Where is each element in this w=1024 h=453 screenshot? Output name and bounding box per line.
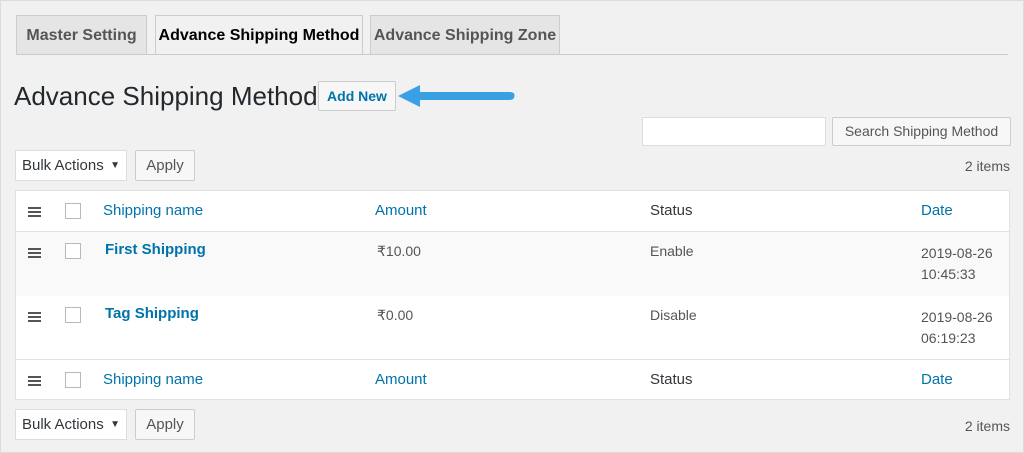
tab-advance-shipping-method[interactable]: Advance Shipping Method	[155, 15, 363, 55]
amount-cell: ₹10.00	[377, 243, 421, 259]
status-cell: Enable	[650, 243, 694, 259]
column-shipping-name[interactable]: Shipping name	[103, 191, 203, 231]
caret-down-icon: ▼	[110, 419, 120, 430]
time-value: 10:45:33	[921, 266, 976, 282]
select-all-checkbox[interactable]	[65, 372, 81, 388]
page-title: Advance Shipping Method	[14, 81, 318, 111]
date-value: 2019-08-26	[921, 309, 993, 325]
column-status: Status	[650, 202, 693, 219]
select-all-checkbox[interactable]	[65, 203, 81, 219]
search-shipping-method-button[interactable]: Search Shipping Method	[832, 117, 1011, 146]
column-date[interactable]: Date	[921, 191, 953, 231]
shipping-name-link[interactable]: First Shipping	[105, 241, 206, 258]
amount-cell: ₹0.00	[377, 307, 414, 323]
tab-divider	[16, 54, 1008, 55]
status-cell: Disable	[650, 307, 697, 323]
items-count-bottom: 2 items	[964, 418, 1010, 434]
add-new-button[interactable]: Add New	[318, 81, 396, 111]
bulk-actions-select-top[interactable]: Bulk Actions ▼	[15, 150, 127, 181]
drag-handle-icon[interactable]	[28, 248, 41, 260]
row-checkbox[interactable]	[65, 243, 81, 259]
drag-handle-icon	[28, 376, 41, 388]
tab-advance-shipping-zone[interactable]: Advance Shipping Zone	[370, 15, 560, 54]
items-count-top: 2 items	[964, 158, 1010, 174]
date-value: 2019-08-26	[921, 245, 993, 261]
apply-button-bottom[interactable]: Apply	[135, 409, 195, 440]
shipping-methods-table: Shipping name Amount Status Date First S…	[15, 190, 1010, 400]
pointer-arrow-icon	[398, 85, 515, 107]
drag-handle-icon	[28, 207, 41, 219]
date-cell: 2019-08-26 06:19:23	[921, 307, 993, 349]
column-shipping-name[interactable]: Shipping name	[103, 360, 203, 400]
table-row: First Shipping ₹10.00 Enable 2019-08-26 …	[16, 232, 1009, 296]
bulk-actions-label: Bulk Actions	[22, 416, 104, 433]
column-status: Status	[650, 371, 693, 388]
bulk-actions-select-bottom[interactable]: Bulk Actions ▼	[15, 409, 127, 440]
row-checkbox[interactable]	[65, 307, 81, 323]
table-header-row: Shipping name Amount Status Date	[16, 191, 1009, 232]
column-date[interactable]: Date	[921, 360, 953, 400]
table-footer-row: Shipping name Amount Status Date	[16, 359, 1009, 400]
drag-handle-icon[interactable]	[28, 312, 41, 324]
caret-down-icon: ▼	[110, 160, 120, 171]
time-value: 06:19:23	[921, 330, 976, 346]
bulk-actions-label: Bulk Actions	[22, 157, 104, 174]
table-row: Tag Shipping ₹0.00 Disable 2019-08-26 06…	[16, 296, 1009, 359]
date-cell: 2019-08-26 10:45:33	[921, 243, 993, 285]
column-amount[interactable]: Amount	[375, 191, 427, 231]
tab-master-setting[interactable]: Master Setting	[16, 15, 147, 54]
column-amount[interactable]: Amount	[375, 360, 427, 400]
shipping-name-link[interactable]: Tag Shipping	[105, 305, 199, 322]
search-input[interactable]	[642, 117, 826, 146]
apply-button-top[interactable]: Apply	[135, 150, 195, 181]
